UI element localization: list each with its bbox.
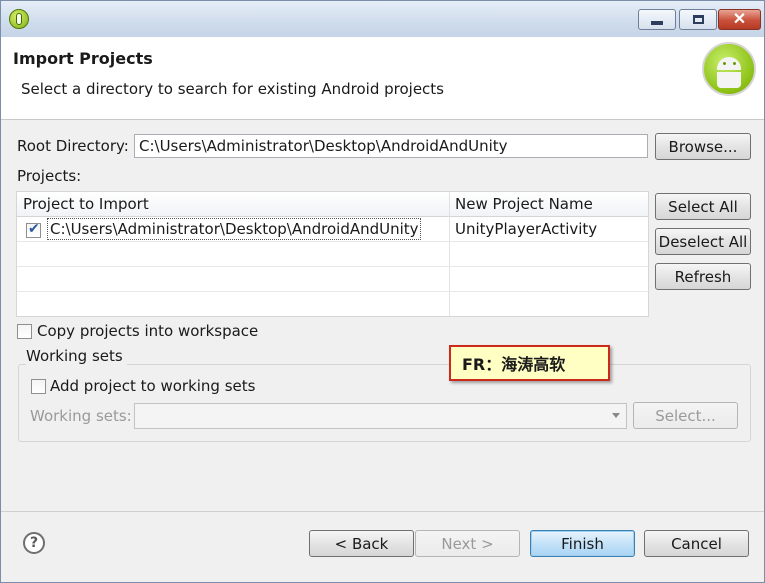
project-name[interactable]: UnityPlayerActivity: [455, 220, 597, 238]
android-eye-left: [723, 62, 726, 65]
working-sets-title: Working sets: [26, 347, 127, 365]
back-button[interactable]: < Back: [309, 530, 414, 557]
cancel-button[interactable]: Cancel: [644, 530, 749, 557]
next-button[interactable]: Next >: [415, 530, 520, 557]
select-working-sets-button[interactable]: Select...: [633, 402, 738, 429]
android-logo-icon: [702, 42, 756, 96]
row-divider: [17, 241, 648, 242]
row-divider: [17, 291, 648, 292]
finish-button[interactable]: Finish: [530, 530, 635, 557]
select-all-button[interactable]: Select All: [655, 193, 751, 220]
add-to-working-sets-label[interactable]: Add project to working sets: [50, 377, 255, 395]
deselect-all-button[interactable]: Deselect All: [655, 228, 751, 255]
column-header-name[interactable]: New Project Name: [455, 195, 593, 213]
working-sets-field-label: Working sets:: [30, 407, 132, 425]
help-icon[interactable]: ?: [23, 532, 45, 554]
copy-projects-checkbox[interactable]: [17, 324, 32, 339]
app-icon: [9, 9, 29, 29]
projects-label: Projects:: [17, 167, 82, 185]
android-head: [717, 57, 741, 70]
project-checkbox[interactable]: [26, 221, 41, 238]
android-eye-right: [733, 62, 736, 65]
root-directory-label: Root Directory:: [17, 137, 129, 155]
wizard-header: Import Projects Select a directory to se…: [1, 37, 764, 120]
maximize-button[interactable]: [679, 9, 717, 30]
close-icon: ✕: [732, 10, 747, 28]
maximize-icon: [692, 15, 704, 24]
table-header: Project to Import New Project Name: [17, 192, 648, 217]
close-button[interactable]: ✕: [718, 9, 761, 30]
minimize-icon: [651, 20, 663, 25]
add-to-working-sets-checkbox[interactable]: [31, 379, 46, 394]
watermark-label: FR：海涛高软: [449, 345, 610, 381]
column-divider: [449, 192, 450, 316]
root-directory-input[interactable]: [134, 134, 648, 158]
project-path: C:\Users\Administrator\Desktop\AndroidAn…: [50, 220, 419, 238]
title-bar: ✕: [1, 1, 764, 37]
page-description: Select a directory to search for existin…: [21, 80, 444, 98]
copy-projects-label[interactable]: Copy projects into workspace: [37, 322, 258, 340]
browse-button[interactable]: Browse...: [655, 133, 751, 160]
row-divider: [17, 266, 648, 267]
import-projects-window: ✕ Import Projects Select a directory to …: [0, 0, 765, 583]
minimize-button[interactable]: [638, 9, 676, 30]
android-body: [717, 72, 741, 88]
refresh-button[interactable]: Refresh: [655, 263, 751, 290]
chevron-down-icon: [612, 413, 620, 418]
footer-separator: [1, 511, 764, 512]
column-header-project[interactable]: Project to Import: [23, 195, 149, 213]
working-sets-combo[interactable]: [134, 403, 627, 429]
page-title: Import Projects: [13, 49, 153, 68]
projects-table[interactable]: Project to Import New Project Name C:\Us…: [16, 191, 649, 317]
